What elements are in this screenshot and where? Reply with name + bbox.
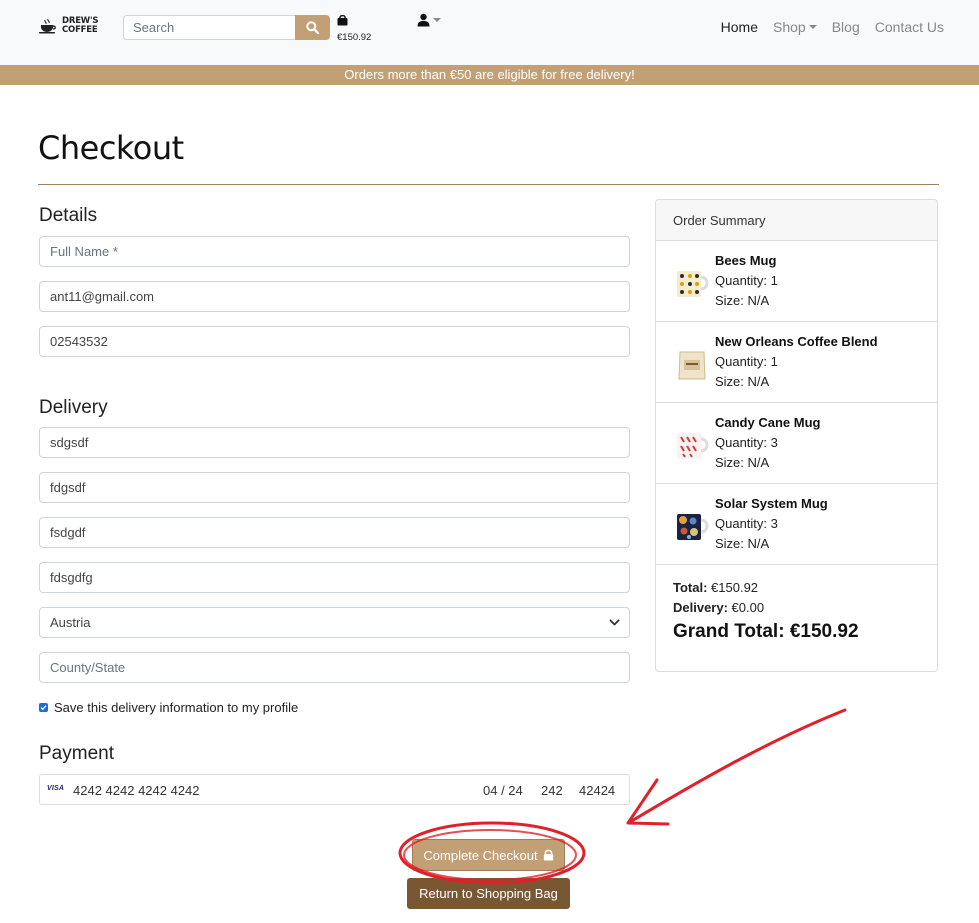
header: DREW'S COFFEE €150.92 Home Shop bbox=[0, 0, 979, 65]
list-item: Solar System Mug Quantity: 3 Size: N/A bbox=[656, 484, 937, 565]
nav-blog[interactable]: Blog bbox=[832, 19, 860, 35]
street-address1-field[interactable]: sdgsdf bbox=[39, 427, 630, 458]
list-item: Candy Cane Mug Quantity: 3 Size: N/A bbox=[656, 403, 937, 484]
street-address2-field[interactable]: fdgsdf bbox=[39, 472, 630, 503]
coffee-cup-icon bbox=[39, 18, 56, 34]
logo[interactable]: DREW'S COFFEE bbox=[38, 17, 99, 35]
delivery-heading: Delivery bbox=[39, 397, 108, 418]
product-image-coffee-blend bbox=[678, 351, 706, 380]
search-icon bbox=[306, 21, 319, 34]
logo-line2: COFFEE bbox=[62, 25, 98, 35]
delivery-value: €0.00 bbox=[731, 600, 765, 615]
postcode-field[interactable]: fdsgdfg bbox=[39, 562, 630, 593]
bag-total: €150.92 bbox=[337, 32, 372, 43]
full-name-field[interactable]: Full Name * bbox=[39, 236, 630, 267]
annotation-arrow bbox=[628, 708, 847, 824]
divider bbox=[38, 184, 939, 185]
total-label: Total: bbox=[673, 580, 708, 595]
nav-home[interactable]: Home bbox=[721, 19, 758, 35]
grand-total-value: €150.92 bbox=[789, 621, 859, 642]
item-name: New Orleans Coffee Blend bbox=[715, 334, 878, 349]
order-summary: Order Summary Bees Mug Quantity: 1 Size:… bbox=[655, 199, 938, 672]
chevron-down-icon bbox=[808, 25, 817, 29]
order-totals: Total: €150.92 Delivery: €0.00 Grand Tot… bbox=[673, 578, 859, 643]
checkmark-icon bbox=[40, 705, 47, 711]
total-row: Total: €150.92 bbox=[673, 578, 859, 598]
country-select[interactable]: Austria bbox=[39, 607, 630, 638]
return-to-bag-button[interactable]: Return to Shopping Bag bbox=[407, 878, 570, 909]
item-name: Solar System Mug bbox=[715, 496, 828, 511]
details-heading: Details bbox=[39, 205, 98, 226]
annotation-arrowhead bbox=[626, 778, 670, 826]
product-image-candy-cane-mug bbox=[677, 433, 709, 459]
town-field[interactable]: fsdgdf bbox=[39, 517, 630, 548]
logo-text: DREW'S COFFEE bbox=[62, 17, 99, 35]
shopping-bag-icon bbox=[337, 14, 348, 26]
visa-icon: VISA bbox=[47, 785, 65, 792]
item-size: Size: N/A bbox=[715, 293, 770, 308]
item-size: Size: N/A bbox=[715, 455, 770, 470]
item-name: Bees Mug bbox=[715, 253, 777, 268]
save-info-label[interactable]: Save this delivery information to my pro… bbox=[54, 700, 298, 715]
card-zip[interactable]: 42424 bbox=[579, 783, 615, 798]
item-quantity: Quantity: 3 bbox=[715, 516, 778, 531]
chevron-down-icon bbox=[433, 18, 441, 22]
county-field[interactable]: County/State bbox=[39, 652, 630, 683]
search-button[interactable] bbox=[295, 15, 330, 40]
product-image-solar-system-mug bbox=[677, 514, 709, 540]
list-item: New Orleans Coffee Blend Quantity: 1 Siz… bbox=[656, 322, 937, 403]
item-size: Size: N/A bbox=[715, 536, 770, 551]
lock-icon bbox=[543, 849, 553, 861]
card-cvc[interactable]: 242 bbox=[541, 783, 563, 798]
list-item: Bees Mug Quantity: 1 Size: N/A bbox=[656, 241, 937, 322]
item-name: Candy Cane Mug bbox=[715, 415, 821, 430]
complete-checkout-label: Complete Checkout bbox=[423, 847, 538, 863]
country-select-value: Austria bbox=[50, 615, 91, 630]
card-number[interactable]: 4242 4242 4242 4242 bbox=[73, 783, 200, 798]
user-icon bbox=[417, 13, 430, 27]
product-image-bees-mug bbox=[677, 271, 709, 297]
email-field[interactable]: ant11@gmail.com bbox=[39, 281, 630, 312]
save-info-checkbox[interactable] bbox=[39, 703, 48, 712]
total-value: €150.92 bbox=[711, 580, 759, 595]
shopping-bag-link[interactable]: €150.92 bbox=[337, 13, 371, 43]
page-title: Checkout bbox=[38, 129, 184, 167]
order-summary-heading: Order Summary bbox=[656, 200, 937, 241]
search-input[interactable] bbox=[123, 15, 295, 40]
delivery-row: Delivery: €0.00 bbox=[673, 598, 859, 618]
nav-contact[interactable]: Contact Us bbox=[875, 19, 944, 35]
complete-checkout-button[interactable]: Complete Checkout bbox=[412, 839, 565, 871]
nav-shop-label: Shop bbox=[773, 19, 806, 35]
save-info-row: Save this delivery information to my pro… bbox=[39, 700, 298, 715]
chevron-down-icon bbox=[609, 619, 620, 626]
card-element[interactable]: VISA 4242 4242 4242 4242 04 / 24 242 424… bbox=[39, 774, 630, 805]
nav-shop[interactable]: Shop bbox=[773, 19, 817, 35]
delivery-label: Delivery: bbox=[673, 600, 728, 615]
grand-total-label: Grand Total: bbox=[673, 621, 785, 642]
item-quantity: Quantity: 1 bbox=[715, 273, 778, 288]
search-form bbox=[123, 15, 330, 40]
card-expiry[interactable]: 04 / 24 bbox=[483, 783, 523, 798]
payment-heading: Payment bbox=[39, 743, 114, 764]
account-dropdown[interactable] bbox=[417, 13, 441, 27]
phone-field[interactable]: 02543532 bbox=[39, 326, 630, 357]
item-size: Size: N/A bbox=[715, 374, 770, 389]
item-quantity: Quantity: 3 bbox=[715, 435, 778, 450]
item-quantity: Quantity: 1 bbox=[715, 354, 778, 369]
grand-total-row: Grand Total: €150.92 bbox=[673, 621, 859, 643]
main-nav: Home Shop Blog Contact Us bbox=[721, 19, 944, 35]
promo-banner: Orders more than €50 are eligible for fr… bbox=[0, 65, 979, 85]
